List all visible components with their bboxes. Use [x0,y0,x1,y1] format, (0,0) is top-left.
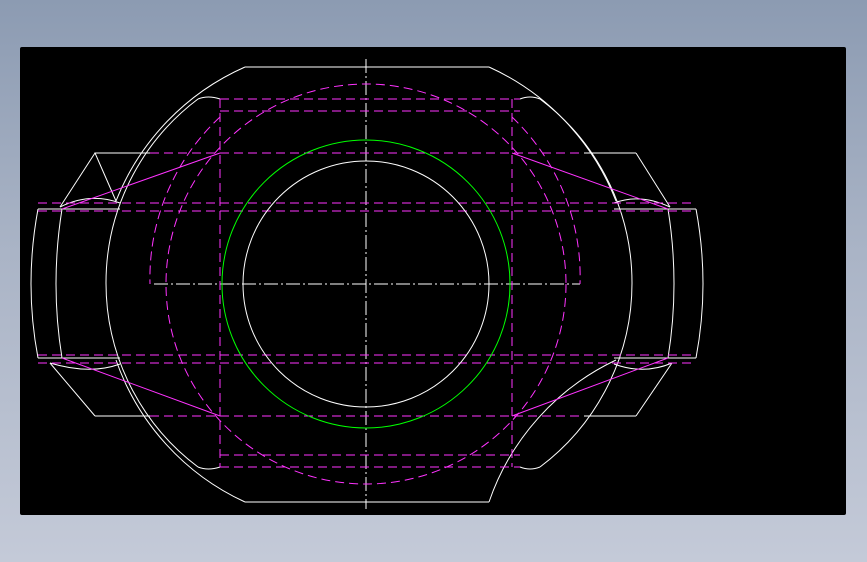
hidden-lines [38,83,696,485]
centerlines [154,59,580,509]
left-lug-outer-arc [30,208,39,359]
inner-left-body-arc [105,98,199,468]
right-lug [584,152,704,417]
right-lug-lower-fillet [613,362,673,370]
left-lug-lower-slope [49,362,96,417]
right-lug-lower-slope [635,362,673,417]
right-lug-inner-arc [667,208,675,359]
construction-line-lower-right [511,357,669,417]
lower-left-arc [115,359,246,503]
inner-right-body-arc [539,98,633,468]
left-lug [30,152,150,417]
top-left-corner-arc [197,96,221,100]
hidden-left-arc [149,116,221,285]
lower-right-arc [488,359,617,503]
cad-drawing [30,59,704,509]
drawing-canvas[interactable] [20,47,846,515]
left-lug-inner-arc [55,208,63,359]
upper-left-arc [115,66,246,202]
hidden-right-arc [511,116,581,285]
bottom-right-corner-arc [519,466,541,470]
construction-line-lower-left [61,357,221,417]
construction-line-upper-right [511,152,669,210]
upper-right-arc [488,66,617,202]
top-right-corner-arc [519,96,541,100]
bottom-left-corner-arc [197,466,221,470]
right-lug-outer-arc [695,208,704,359]
